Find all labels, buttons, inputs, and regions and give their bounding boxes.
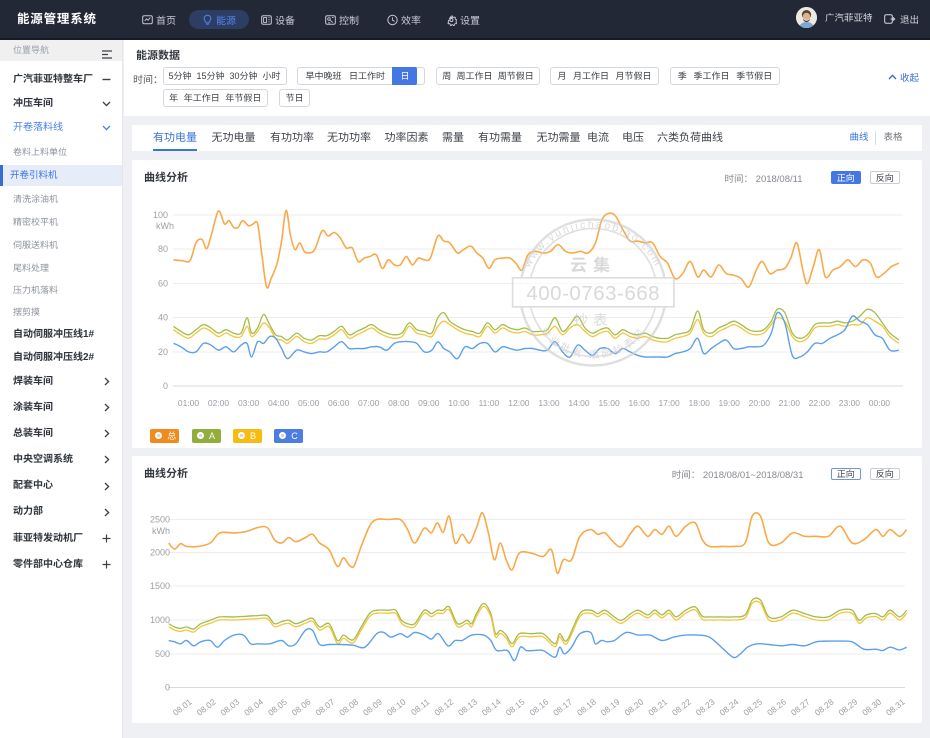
- svg-text:08.04: 08.04: [242, 697, 265, 718]
- svg-text:0: 0: [163, 381, 168, 391]
- svg-text:02:00: 02:00: [208, 398, 230, 408]
- svg-text:08.02: 08.02: [195, 697, 218, 718]
- svg-text:03:00: 03:00: [238, 398, 260, 408]
- svg-text:1500: 1500: [150, 581, 170, 591]
- svg-text:08.16: 08.16: [527, 697, 550, 718]
- svg-text:云集: 云集: [570, 256, 616, 275]
- svg-text:0: 0: [165, 683, 170, 693]
- svg-text:08.09: 08.09: [361, 697, 384, 718]
- svg-text:2000: 2000: [150, 548, 170, 558]
- svg-text:04:00: 04:00: [268, 398, 290, 408]
- svg-text:08.05: 08.05: [266, 697, 289, 718]
- svg-text:08:00: 08:00: [388, 398, 410, 408]
- svg-text:60: 60: [158, 278, 168, 288]
- svg-text:抄表: 抄表: [574, 312, 613, 329]
- svg-text:80: 80: [158, 244, 168, 254]
- svg-text:22:00: 22:00: [809, 398, 831, 408]
- svg-text:08.22: 08.22: [670, 697, 693, 718]
- svg-text:00:00: 00:00: [869, 398, 891, 408]
- svg-text:08.17: 08.17: [551, 697, 574, 718]
- svg-text:18:00: 18:00: [689, 398, 711, 408]
- svg-text:08.25: 08.25: [741, 697, 764, 718]
- svg-text:08.19: 08.19: [599, 697, 622, 718]
- svg-text:40: 40: [158, 312, 168, 322]
- svg-text:08.03: 08.03: [218, 697, 241, 718]
- svg-text:08.12: 08.12: [432, 697, 455, 718]
- svg-text:08.27: 08.27: [789, 697, 812, 718]
- svg-text:08.14: 08.14: [480, 697, 503, 718]
- svg-text:07:00: 07:00: [358, 398, 380, 408]
- svg-text:08.08: 08.08: [337, 697, 360, 718]
- svg-text:12:00: 12:00: [508, 398, 530, 408]
- svg-text:08.11: 08.11: [409, 697, 432, 718]
- svg-text:kWh: kWh: [156, 221, 174, 231]
- svg-text:14:00: 14:00: [568, 398, 590, 408]
- svg-text:08.29: 08.29: [836, 697, 859, 718]
- svg-text:kWh: kWh: [152, 526, 170, 536]
- svg-text:08.20: 08.20: [622, 697, 645, 718]
- svg-text:15:00: 15:00: [598, 398, 620, 408]
- svg-text:08.01: 08.01: [171, 697, 194, 718]
- svg-text:08.15: 08.15: [504, 697, 527, 718]
- svg-text:13:00: 13:00: [538, 398, 560, 408]
- svg-text:500: 500: [155, 649, 170, 659]
- svg-text:21:00: 21:00: [779, 398, 801, 408]
- svg-text:08.30: 08.30: [860, 697, 883, 718]
- svg-text:100: 100: [153, 210, 168, 220]
- svg-text:08.07: 08.07: [313, 697, 336, 718]
- svg-text:10:00: 10:00: [448, 398, 470, 408]
- svg-text:23:00: 23:00: [839, 398, 861, 408]
- svg-text:2500: 2500: [150, 515, 170, 525]
- svg-text:08.23: 08.23: [694, 697, 717, 718]
- svg-text:17:00: 17:00: [658, 398, 680, 408]
- svg-text:08.31: 08.31: [884, 697, 907, 718]
- svg-text:08.10: 08.10: [385, 697, 408, 718]
- svg-text:08.26: 08.26: [765, 697, 788, 718]
- svg-text:20:00: 20:00: [749, 398, 771, 408]
- svg-text:09:00: 09:00: [418, 398, 440, 408]
- svg-text:08.13: 08.13: [456, 697, 479, 718]
- svg-text:11:00: 11:00: [479, 398, 500, 408]
- svg-text:20: 20: [158, 347, 168, 357]
- svg-text:400-0763-668: 400-0763-668: [526, 281, 660, 304]
- svg-text:19:00: 19:00: [719, 398, 741, 408]
- svg-text:08.24: 08.24: [718, 697, 741, 718]
- svg-text:1000: 1000: [150, 615, 170, 625]
- svg-text:05:00: 05:00: [298, 398, 320, 408]
- svg-text:01:00: 01:00: [178, 398, 200, 408]
- svg-text:08.21: 08.21: [646, 697, 669, 718]
- svg-text:16:00: 16:00: [628, 398, 650, 408]
- svg-text:08.28: 08.28: [813, 697, 836, 718]
- svg-text:08.18: 08.18: [575, 697, 598, 718]
- svg-text:06:00: 06:00: [328, 398, 350, 408]
- svg-text:08.06: 08.06: [290, 697, 313, 718]
